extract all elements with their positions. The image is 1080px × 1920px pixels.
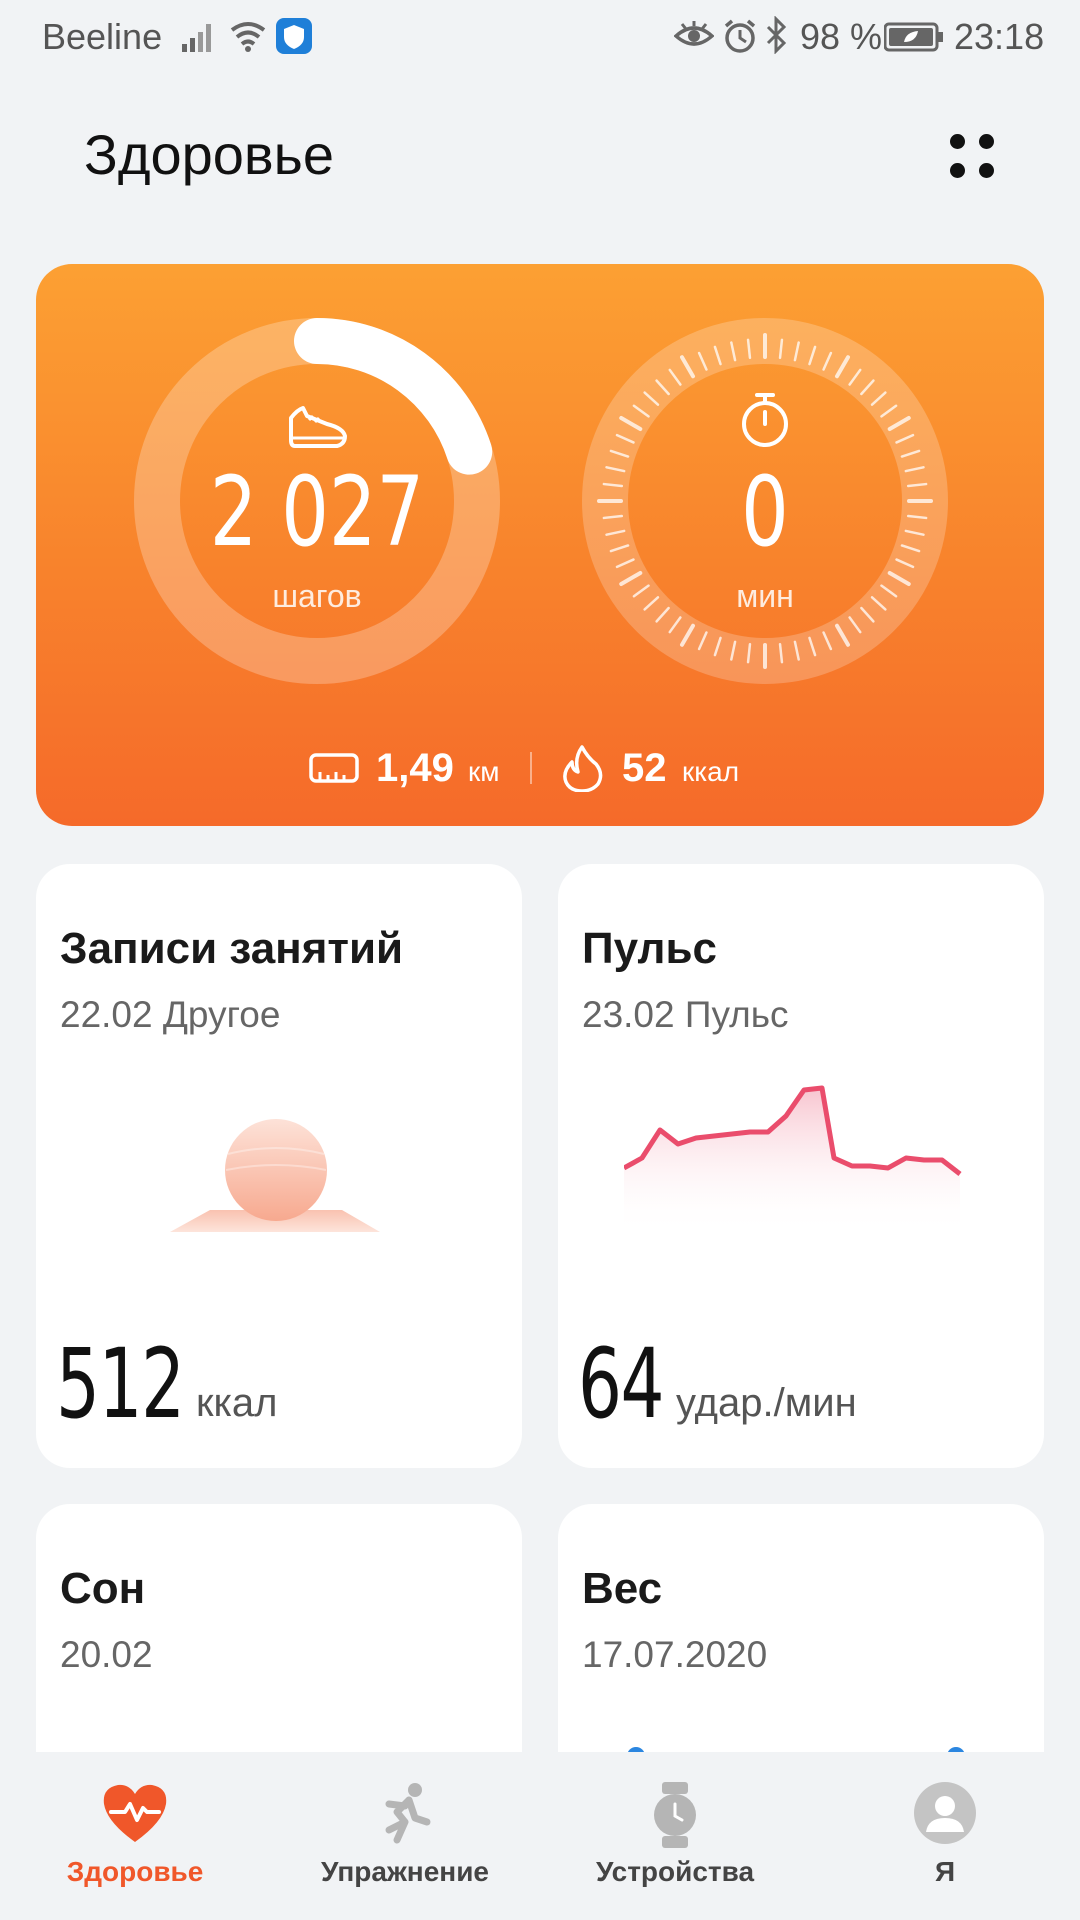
wifi-icon [230, 22, 266, 52]
calories-unit: ккал [682, 756, 740, 787]
active-minutes-value: 0 [741, 456, 789, 568]
steps-ring[interactable]: 2 027 шагов [132, 316, 502, 686]
workout-calories-unit: ккал [196, 1381, 278, 1425]
heart-pulse-icon [103, 1784, 167, 1842]
bottom-navigation: Здоровье Упражнение Устройства Я [0, 1752, 1080, 1920]
steps-value: 2 027 [209, 456, 425, 568]
active-minutes-ring[interactable]: 0 мин [580, 316, 950, 686]
weight-title: Вес [582, 1564, 663, 1613]
activity-footer: 1,49 км 52 ккал [36, 738, 1044, 798]
eye-comfort-icon [674, 21, 714, 46]
shield-app-icon [276, 18, 312, 54]
page-title: Здоровье [84, 123, 335, 186]
distance-value: 1,49 [376, 746, 454, 790]
ruler-icon [309, 753, 359, 783]
workout-records-subtitle: 22.02 Другое [60, 994, 281, 1035]
heart-rate-subtitle: 23.02 Пульс [582, 994, 789, 1035]
sleep-title: Сон [60, 1564, 146, 1613]
nav-health[interactable]: Здоровье [0, 1752, 270, 1920]
running-person-icon [385, 1783, 431, 1844]
active-minutes-unit: мин [736, 578, 794, 614]
more-menu-icon[interactable] [946, 130, 998, 182]
watch-icon [654, 1782, 696, 1848]
nav-exercise-label: Упражнение [321, 1856, 489, 1887]
sleep-subtitle: 20.02 [60, 1634, 153, 1675]
signal-icon [182, 24, 211, 52]
nav-health-label: Здоровье [66, 1856, 204, 1887]
bluetooth-icon [766, 16, 787, 54]
clock: 23:18 [954, 16, 1045, 57]
stopwatch-icon [742, 393, 788, 447]
footer-divider [530, 752, 532, 784]
battery-saver-icon [884, 22, 943, 52]
distance-unit: км [468, 756, 500, 787]
status-bar: Beeline 98 % 23:18 [0, 0, 1080, 76]
activity-summary-card[interactable]: 2 027 шагов 0 мин 1,49 км 52 ккал [36, 264, 1044, 826]
flame-icon [563, 745, 603, 792]
workout-records-card[interactable]: Записи занятий 22.02 Другое 512 ккал [36, 864, 522, 1468]
alarm-icon [724, 19, 756, 53]
workout-calories-value: 512 [56, 1328, 185, 1440]
nav-devices-label: Устройства [595, 1856, 755, 1887]
nav-devices[interactable]: Устройства [540, 1752, 810, 1920]
nav-exercise[interactable]: Упражнение [270, 1752, 540, 1920]
heart-rate-title: Пульс [582, 924, 717, 973]
battery-percent: 98 % [800, 16, 883, 57]
workout-ball-illustration [170, 1119, 380, 1232]
nav-me-label: Я [934, 1856, 956, 1887]
heart-rate-sparkline [624, 1085, 962, 1234]
workout-records-title: Записи занятий [60, 924, 404, 973]
carrier-name: Beeline [42, 16, 163, 57]
weight-subtitle: 17.07.2020 [582, 1634, 768, 1675]
calories-value: 52 [622, 746, 667, 790]
heart-rate-unit: удар./мин [676, 1381, 857, 1425]
steps-unit: шагов [272, 578, 362, 614]
avatar-icon [914, 1782, 976, 1844]
heart-rate-card[interactable]: Пульс 23.02 Пульс 64 удар./мин [558, 864, 1044, 1468]
nav-me[interactable]: Я [810, 1752, 1080, 1920]
shoe-icon [289, 406, 347, 448]
heart-rate-value: 64 [578, 1328, 665, 1440]
